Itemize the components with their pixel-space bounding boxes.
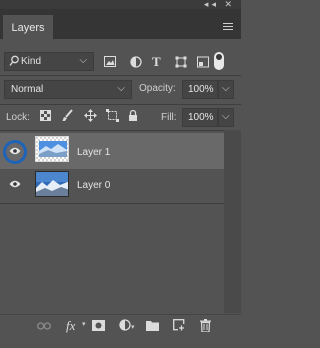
shape-icon[interactable] <box>175 56 187 70</box>
panel-menu-icon[interactable] <box>223 23 233 32</box>
filter-toggle-switch[interactable] <box>214 52 224 70</box>
lock-transparent-pixels-icon[interactable] <box>40 110 51 124</box>
mask-icon[interactable] <box>92 320 105 334</box>
chevron-down-icon: ▾ <box>82 321 86 328</box>
fill-input[interactable]: 100% <box>182 108 218 127</box>
kind-filter-dropdown[interactable]: Kind ⌵ <box>4 52 94 71</box>
chevron-down-icon: ⌵ <box>222 83 230 94</box>
visibility-eye-icon[interactable] <box>9 180 21 191</box>
blend-mode-dropdown[interactable]: Normal ⌵ <box>4 80 132 99</box>
chevron-down-icon: ⌵ <box>117 83 125 94</box>
fill-value: 100% <box>188 112 214 123</box>
chevron-down-icon: ⌵ <box>79 55 87 66</box>
opacity-dropdown[interactable]: ⌵ <box>218 80 234 99</box>
layer-thumbnail <box>35 171 69 197</box>
kind-filter-label: Kind <box>21 56 42 67</box>
group-folder-icon[interactable] <box>146 320 159 334</box>
divider <box>0 203 241 204</box>
opacity-label: Opacity: <box>139 83 176 94</box>
trash-icon[interactable] <box>200 319 211 335</box>
lock-image-pixels-icon[interactable] <box>62 109 74 125</box>
lock-label: Lock: <box>6 112 30 123</box>
divider <box>0 130 241 131</box>
type-icon[interactable]: T <box>152 54 161 70</box>
panel-collapse-close-icons[interactable]: ◂◂ ✕ <box>204 0 235 9</box>
visibility-eye-icon[interactable] <box>9 147 21 158</box>
layer-row-layer-1[interactable] <box>0 133 224 169</box>
layer-thumbnail <box>35 136 69 162</box>
lock-all-icon[interactable] <box>128 109 138 125</box>
image-icon[interactable] <box>104 56 116 69</box>
adjustment-icon[interactable] <box>130 56 142 70</box>
lock-position-icon[interactable] <box>84 109 97 125</box>
opacity-input[interactable]: 100% <box>182 80 218 99</box>
smart-object-icon[interactable] <box>197 56 209 70</box>
layer-name[interactable]: Layer 0 <box>77 180 110 191</box>
layer-name[interactable]: Layer 1 <box>77 147 110 158</box>
fill-label: Fill: <box>161 112 177 123</box>
tab-layers[interactable]: Layers <box>3 15 53 40</box>
divider <box>0 104 241 105</box>
fill-dropdown[interactable]: ⌵ <box>218 108 234 127</box>
search-icon <box>9 55 19 70</box>
new-layer-icon[interactable] <box>173 319 185 334</box>
divider <box>0 75 241 76</box>
opacity-value: 100% <box>188 84 214 95</box>
blend-mode-value: Normal <box>11 84 44 95</box>
scrollbar[interactable] <box>224 130 241 313</box>
layer-row-layer-0[interactable] <box>0 170 224 206</box>
chevron-down-icon: ▾ <box>131 324 135 331</box>
chevron-down-icon: ⌵ <box>222 111 230 122</box>
link-icon[interactable] <box>37 321 51 334</box>
adjustment-layer-icon[interactable] <box>119 319 131 334</box>
fx-icon[interactable]: fx <box>66 318 75 334</box>
lock-artboard-icon[interactable] <box>106 109 119 125</box>
